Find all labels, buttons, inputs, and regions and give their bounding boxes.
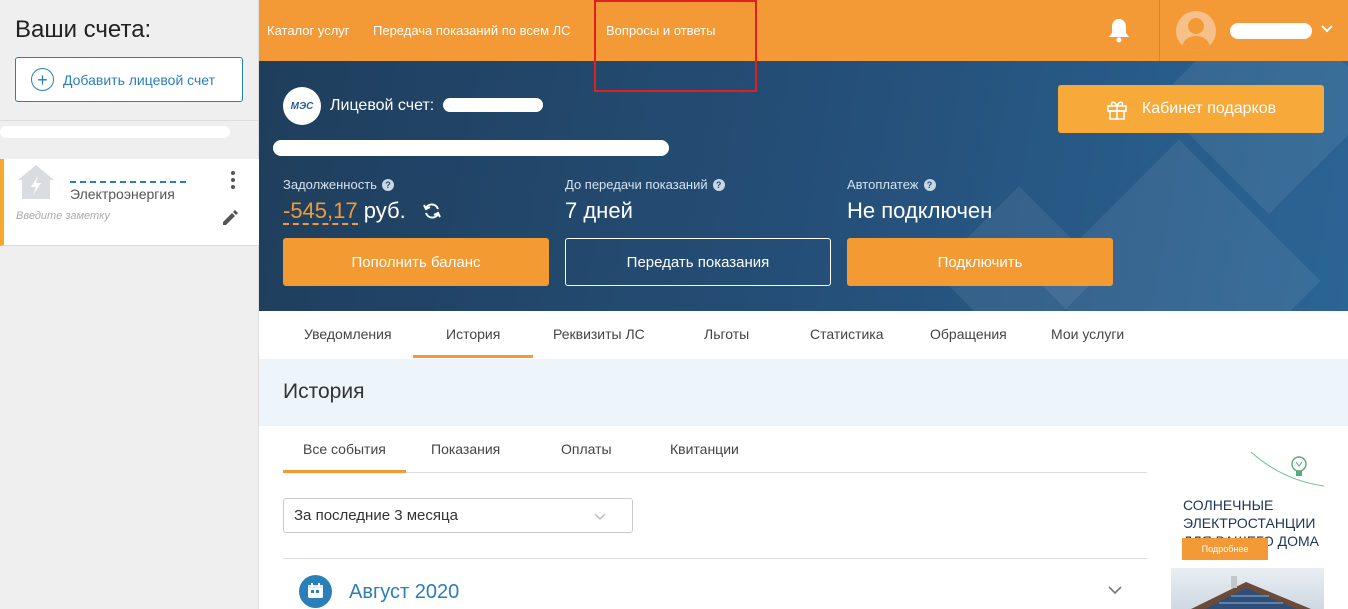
chevron-down-icon[interactable]	[1108, 584, 1122, 596]
note-placeholder[interactable]: Введите заметку	[16, 210, 110, 222]
readings-label: До передачи показаний	[565, 177, 708, 192]
account-hero: МЭС Лицевой счет: Кабинет подарков Задол…	[259, 61, 1348, 311]
bell-icon[interactable]	[1107, 17, 1131, 43]
debt-amount: -545,17	[283, 198, 358, 225]
gift-cabinet-button[interactable]: Кабинет подарков	[1058, 85, 1324, 133]
solar-ad-banner[interactable]: СОЛНЕЧНЫЕ ЭЛЕКТРОСТАНЦИИ ДЛЯ ВАШЕГО ДОМА…	[1171, 448, 1324, 609]
house-electricity-icon	[18, 165, 54, 199]
autopay-status: Не подключен	[847, 198, 993, 223]
period-select[interactable]: За последние 3 месяца	[283, 498, 633, 533]
subtab-payments[interactable]: Оплаты	[561, 441, 612, 457]
add-account-label: Добавить лицевой счет	[63, 71, 216, 88]
subtab-receipts[interactable]: Квитанции	[670, 441, 739, 457]
submit-readings-button[interactable]: Передать показания	[565, 238, 831, 286]
tab-benefits[interactable]: Льготы	[704, 326, 749, 342]
tab-notifications[interactable]: Уведомления	[304, 326, 392, 342]
top-navigation: Каталог услуг Передача показаний по всем…	[259, 0, 1348, 61]
subtab-readings[interactable]: Показания	[431, 441, 500, 457]
chevron-down-icon	[594, 513, 606, 521]
pencil-icon[interactable]	[221, 209, 239, 227]
readings-days: 7 дней	[565, 198, 633, 223]
sidebar-divider	[0, 120, 259, 121]
account-card[interactable]: Электроэнергия Введите заметку	[0, 159, 259, 246]
account-tabs: Уведомления История Реквизиты ЛС Льготы …	[259, 311, 1348, 359]
address-redacted	[273, 140, 669, 156]
ad-more-button[interactable]: Подробнее	[1182, 538, 1268, 560]
help-icon[interactable]: ?	[381, 178, 394, 191]
tab-history[interactable]: История	[446, 326, 500, 342]
redacted-text	[0, 126, 230, 138]
active-subtab-indicator	[283, 470, 406, 473]
sidebar: Ваши счета: + Добавить лицевой счет Элек…	[0, 0, 259, 609]
account-number-redacted	[70, 181, 186, 183]
chevron-down-icon	[1321, 25, 1333, 33]
nav-link-submit-all[interactable]: Передача показаний по всем ЛС	[373, 23, 571, 38]
debt-unit: руб.	[363, 198, 406, 223]
month-divider	[283, 558, 1147, 559]
month-label[interactable]: Август 2020	[349, 581, 459, 604]
account-number-redacted	[443, 98, 543, 112]
tab-requisites[interactable]: Реквизиты ЛС	[553, 326, 645, 342]
help-icon[interactable]: ?	[923, 178, 936, 191]
debt-label: Задолженность	[283, 177, 377, 192]
avatar	[1176, 11, 1216, 51]
calendar-icon	[299, 575, 332, 608]
subtab-all-events[interactable]: Все события	[303, 441, 386, 457]
add-account-button[interactable]: + Добавить лицевой счет	[15, 57, 243, 102]
debt-value-row: -545,17 руб.	[283, 198, 406, 225]
readings-label-row: До передачи показаний ?	[565, 177, 725, 192]
gift-button-label: Кабинет подарков	[1141, 100, 1277, 117]
mes-logo: МЭС	[283, 87, 321, 125]
debt-label-row: Задолженность ?	[283, 177, 394, 192]
nav-link-catalog[interactable]: Каталог услуг	[267, 23, 350, 38]
history-title: История	[283, 380, 365, 403]
autopay-label: Автоплатеж	[847, 177, 919, 192]
active-tab-indicator	[413, 355, 533, 358]
more-vertical-icon[interactable]	[229, 171, 237, 193]
refresh-icon[interactable]	[422, 201, 442, 221]
autopay-label-row: Автоплатеж ?	[847, 177, 936, 192]
connect-autopay-button[interactable]: Подключить	[847, 238, 1113, 286]
period-select-value: За последние 3 месяца	[294, 507, 458, 524]
history-subtabs: Все события Показания Оплаты Квитанции	[283, 426, 1147, 473]
plus-icon: +	[31, 68, 54, 91]
help-icon[interactable]: ?	[712, 178, 725, 191]
user-menu[interactable]	[1159, 0, 1348, 61]
history-header: История	[259, 359, 1348, 426]
gift-icon	[1107, 101, 1127, 120]
lightbulb-icon	[1250, 451, 1324, 487]
account-label: Лицевой счет:	[330, 97, 435, 114]
ad-house-image	[1171, 568, 1324, 609]
username-redacted	[1230, 23, 1312, 39]
tab-statistics[interactable]: Статистика	[810, 326, 884, 342]
tab-requests[interactable]: Обращения	[930, 326, 1007, 342]
top-up-balance-button[interactable]: Пополнить баланс	[283, 238, 549, 286]
tab-my-services[interactable]: Мои услуги	[1051, 326, 1124, 342]
account-type: Электроэнергия	[70, 186, 175, 202]
highlight-box	[594, 0, 757, 92]
sidebar-title: Ваши счета:	[15, 16, 152, 43]
